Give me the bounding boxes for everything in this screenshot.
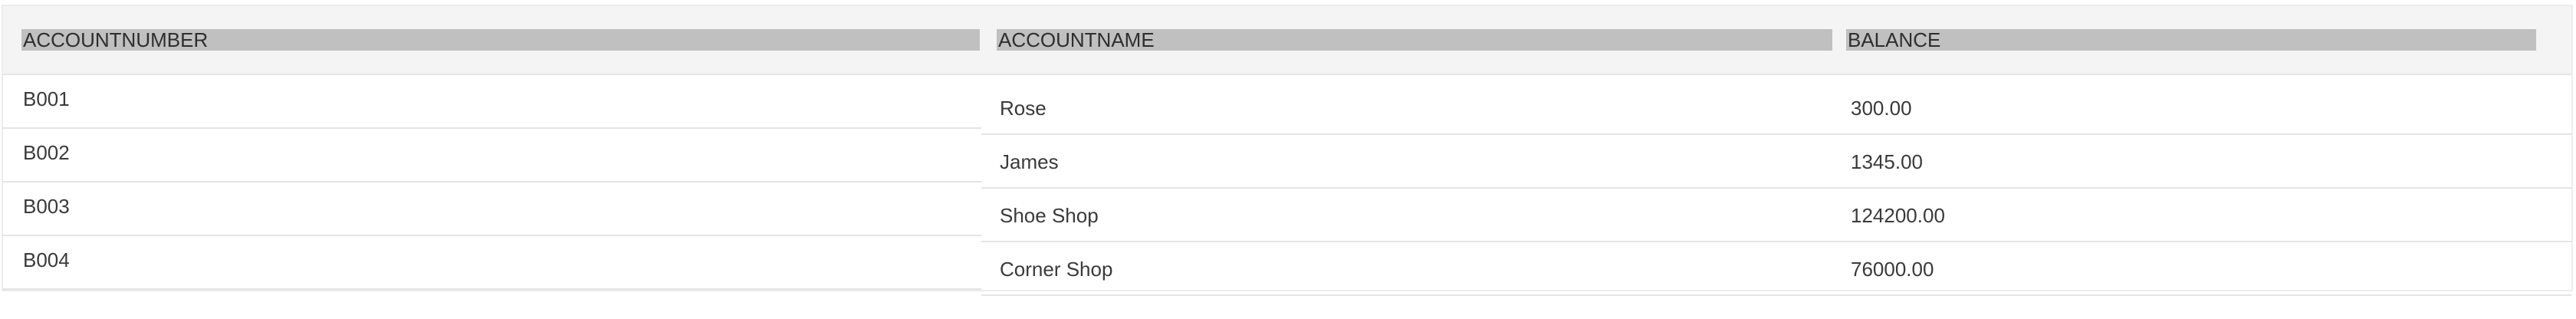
- table-header: ACCOUNTNUMBER ACCOUNTNAME BALANCE: [3, 6, 2571, 75]
- account-number: B001: [23, 87, 70, 110]
- account-number: B004: [23, 248, 70, 271]
- account-number: B002: [23, 141, 70, 164]
- table-row-cell-account-number: B002: [3, 129, 981, 183]
- page: ACCOUNTNUMBER ACCOUNTNAME BALANCE B001 B…: [0, 0, 2576, 319]
- account-balance: 76000.00: [1851, 258, 1934, 281]
- account-balance: 1345.00: [1851, 150, 1923, 173]
- table-row: Corner Shop 76000.00: [981, 242, 2571, 296]
- header-account-number[interactable]: ACCOUNTNUMBER: [21, 29, 980, 51]
- table-row-cell-account-number: B004: [3, 236, 981, 290]
- accounts-table: ACCOUNTNUMBER ACCOUNTNAME BALANCE B001 B…: [2, 5, 2573, 296]
- account-name: Shoe Shop: [1000, 204, 1099, 227]
- account-name: Corner Shop: [1000, 258, 1113, 281]
- account-balance: 300.00: [1851, 97, 1912, 120]
- header-balance[interactable]: BALANCE: [1846, 29, 2536, 51]
- table-row: Shoe Shop 124200.00: [981, 189, 2571, 242]
- account-number: B003: [23, 195, 70, 218]
- header-account-name[interactable]: ACCOUNTNAME: [997, 29, 1832, 51]
- table-row: Rose 300.00: [981, 81, 2571, 135]
- table-row: James 1345.00: [981, 135, 2571, 189]
- account-name: James: [1000, 150, 1059, 173]
- table-row-cell-account-number: B003: [3, 183, 981, 236]
- table-row-cell-account-number: B001: [3, 75, 981, 129]
- account-name: Rose: [1000, 97, 1046, 120]
- account-balance: 124200.00: [1851, 204, 1945, 227]
